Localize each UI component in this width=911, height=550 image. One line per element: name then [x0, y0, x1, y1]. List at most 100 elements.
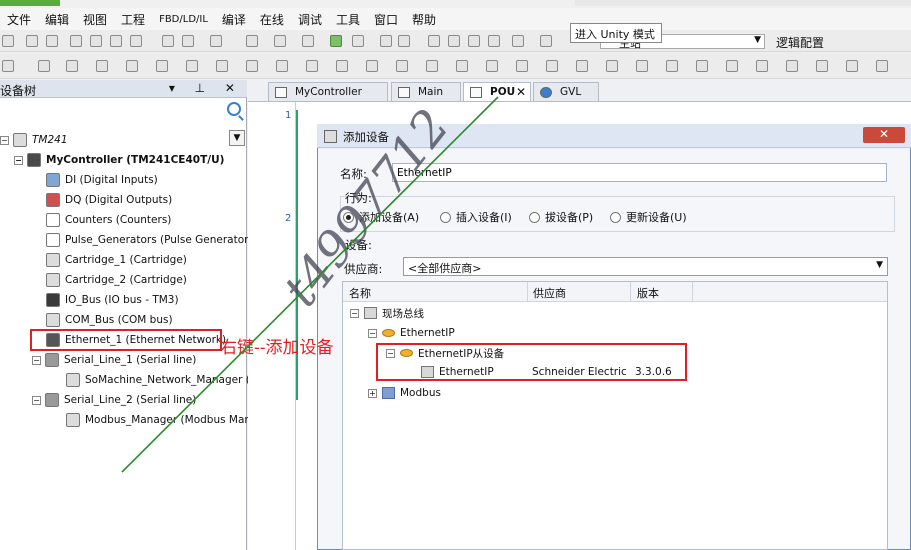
grid-row-modbus[interactable]: + Modbus — [368, 385, 441, 401]
ld-reset-icon[interactable] — [216, 60, 228, 72]
tab-main[interactable]: Main — [391, 82, 461, 101]
ld-pin-icon[interactable] — [696, 60, 708, 72]
ld-right-icon[interactable] — [756, 60, 768, 72]
device-icon[interactable] — [246, 35, 258, 47]
tree-item-modbus-manager[interactable]: Modbus_Manager (Modbus Manage — [66, 411, 271, 429]
column-vendor[interactable]: 供应商 — [533, 285, 566, 301]
column-version[interactable]: 版本 — [637, 285, 659, 301]
goto-icon[interactable] — [540, 35, 552, 47]
ld-assign-icon[interactable] — [486, 60, 498, 72]
collapse-icon[interactable]: − — [0, 135, 9, 145]
menu-debug[interactable]: 调试 — [291, 11, 329, 28]
menu-edit[interactable]: 编辑 — [38, 11, 76, 28]
ld-box-icon[interactable] — [66, 60, 78, 72]
ld-output-icon[interactable] — [456, 60, 468, 72]
tree-item-serial-line-2[interactable]: − Serial_Line_2 (Serial line) — [32, 391, 196, 409]
tree-item-com-bus[interactable]: COM_Bus (COM bus) — [46, 311, 173, 329]
tree-item-io-bus[interactable]: IO_Bus (IO bus - TM3) — [46, 291, 179, 309]
ld-coil-icon[interactable] — [38, 60, 50, 72]
menu-build[interactable]: 编译 — [215, 11, 253, 28]
column-divider[interactable] — [527, 282, 528, 302]
tree-item-dq[interactable]: DQ (Digital Outputs) — [46, 191, 172, 209]
tree-dropdown-button[interactable]: ▼ — [229, 130, 245, 146]
collapse-icon[interactable]: − — [32, 355, 41, 365]
pane-buttons[interactable]: ▾ ⊥ ✕ — [169, 81, 243, 95]
paste-icon[interactable] — [110, 35, 122, 47]
ld-contact-icon[interactable] — [2, 60, 14, 72]
redo-icon[interactable] — [46, 35, 58, 47]
menu-view[interactable]: 视图 — [76, 11, 114, 28]
step-into-icon[interactable] — [468, 35, 480, 47]
step-icon[interactable] — [428, 35, 440, 47]
column-divider[interactable] — [692, 282, 693, 302]
tree-controller[interactable]: − MyController (TM241CE40T/U) — [14, 151, 224, 169]
search-icon[interactable] — [227, 102, 241, 116]
grid-row-ethernetip[interactable]: − EthernetIP — [368, 325, 455, 341]
name-input[interactable] — [392, 163, 887, 182]
collapse-icon[interactable]: − — [368, 328, 377, 338]
calc-icon[interactable] — [302, 35, 314, 47]
ld-negate-icon[interactable] — [366, 60, 378, 72]
copy-icon[interactable] — [90, 35, 102, 47]
file-icon[interactable] — [274, 35, 286, 47]
ld-insert-icon[interactable] — [576, 60, 588, 72]
menu-fbd[interactable]: FBD/LD/IL — [152, 14, 215, 25]
logic-config-label[interactable]: 逻辑配置 — [776, 34, 824, 51]
radio-update-device[interactable]: 更新设备(U) — [610, 209, 687, 225]
login-icon[interactable] — [352, 35, 364, 47]
ld-return-icon[interactable] — [126, 60, 138, 72]
delete-icon[interactable] — [130, 35, 142, 47]
ld-zoom-icon[interactable] — [846, 60, 858, 72]
menu-help[interactable]: 帮助 — [405, 11, 443, 28]
tree-item-pulse-generators[interactable]: Pulse_Generators (Pulse Generators) — [46, 231, 258, 249]
menu-online[interactable]: 在线 — [253, 11, 291, 28]
radio-insert-device[interactable]: 插入设备(I) — [440, 209, 512, 225]
ld-append-icon[interactable] — [606, 60, 618, 72]
menu-file[interactable]: 文件 — [0, 11, 38, 28]
close-icon[interactable]: ✕ — [863, 127, 905, 143]
run-icon[interactable] — [380, 35, 392, 47]
vendor-select[interactable]: <全部供应商> ▼ — [403, 257, 888, 276]
menu-window[interactable]: 窗口 — [367, 11, 405, 28]
step-over-icon[interactable] — [448, 35, 460, 47]
step-out-icon[interactable] — [488, 35, 500, 47]
close-tab-icon[interactable]: ✕ — [516, 85, 526, 99]
expand-icon[interactable]: + — [368, 388, 377, 398]
ld-down-icon[interactable] — [816, 60, 828, 72]
stop-icon[interactable] — [398, 35, 410, 47]
tree-item-cartridge-2[interactable]: Cartridge_2 (Cartridge) — [46, 271, 187, 289]
tree-item-serial-line-1[interactable]: − Serial_Line_1 (Serial line) — [32, 351, 196, 369]
tab-gvl[interactable]: GVL — [533, 82, 599, 101]
menu-tools[interactable]: 工具 — [329, 11, 367, 28]
ld-comment-icon[interactable] — [306, 60, 318, 72]
undo-icon[interactable] — [26, 35, 38, 47]
ld-more-icon[interactable] — [876, 60, 888, 72]
ld-network-icon[interactable] — [246, 60, 258, 72]
ld-enable-icon[interactable] — [546, 60, 558, 72]
find-icon[interactable] — [162, 35, 174, 47]
menu-project[interactable]: 工程 — [114, 11, 152, 28]
ld-left-icon[interactable] — [726, 60, 738, 72]
ld-edge-icon[interactable] — [396, 60, 408, 72]
column-name[interactable]: 名称 — [349, 285, 371, 301]
build-icon[interactable] — [330, 35, 342, 47]
radio-plug-device[interactable]: 拔设备(P) — [529, 209, 593, 225]
ld-parallel-icon[interactable] — [336, 60, 348, 72]
ld-label-icon[interactable] — [276, 60, 288, 72]
ld-execute-icon[interactable] — [516, 60, 528, 72]
ld-toggle-icon[interactable] — [666, 60, 678, 72]
collapse-icon[interactable]: − — [350, 308, 359, 318]
tree-item-network-manager[interactable]: SoMachine_Network_Manager (SoM — [66, 371, 272, 389]
window-icon[interactable] — [210, 35, 222, 47]
breakpoint-icon[interactable] — [512, 35, 524, 47]
tab-pou[interactable]: POU ✕ — [463, 82, 531, 101]
grid-row-fieldbus[interactable]: − 现场总线 — [350, 305, 424, 321]
tree-item-cartridge-1[interactable]: Cartridge_1 (Cartridge) — [46, 251, 187, 269]
column-divider[interactable] — [630, 282, 631, 302]
collapse-icon[interactable]: − — [14, 155, 23, 165]
replace-icon[interactable] — [182, 35, 194, 47]
ld-move-icon[interactable] — [636, 60, 648, 72]
ld-branch-icon[interactable] — [156, 60, 168, 72]
tree-item-di[interactable]: DI (Digital Inputs) — [46, 171, 158, 189]
tab-mycontroller[interactable]: MyController — [268, 82, 388, 101]
